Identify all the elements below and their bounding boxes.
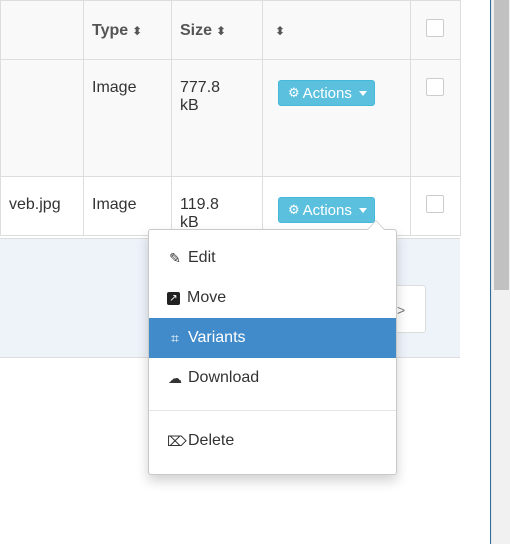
menu-item-label: Edit [188,249,216,266]
actions-column-header[interactable]: ⬍ [262,0,411,60]
vertical-scrollbar[interactable] [491,0,510,544]
file-type-cell: Image [83,176,172,236]
menu-item-move[interactable]: ↗ Move [149,278,396,318]
select-cell [410,59,461,177]
file-type-cell: Image [83,59,172,177]
size-column-header[interactable]: Size ⬍ [171,0,263,60]
actions-cell: ⚙ Actions [262,176,411,236]
gear-icon: ⚙ [288,202,300,217]
actions-dropdown-button[interactable]: ⚙ Actions [278,80,375,106]
actions-dropdown-menu: ✎ Edit ↗ Move ⌗ Variants ☁ Download ⌦ De… [148,220,397,475]
type-column-header[interactable]: Type ⬍ [83,0,172,60]
table-header-row: Type ⬍ Size ⬍ ⬍ [0,0,461,60]
sort-icon: ⬍ [275,24,286,38]
move-arrow-icon: ↗ [167,291,180,305]
crop-icon: ⌗ [171,329,179,346]
menu-item-variants[interactable]: ⌗ Variants [149,318,396,358]
gear-icon: ⚙ [288,85,300,100]
menu-divider [149,410,396,411]
menu-item-label: Variants [188,329,246,346]
file-size-value: 119.8 [180,196,219,213]
files-table: Type ⬍ Size ⬍ ⬍ Image 777.8 kB ⚙ Actions veb… [0,0,461,236]
menu-item-label: Move [187,289,227,306]
menu-item-delete[interactable]: ⌦ Delete [149,421,396,461]
sort-icon: ⬍ [132,24,143,38]
actions-button-label: Actions [302,201,352,219]
sort-icon: ⬍ [216,24,227,38]
menu-item-label: Download [188,369,260,386]
pencil-square-icon: ✎ [169,249,181,266]
name-column-header [0,0,84,60]
dropdown-pointer [367,220,385,230]
size-header-label: Size [180,22,213,39]
select-column-header [410,0,461,60]
menu-item-label: Delete [188,432,235,449]
menu-item-edit[interactable]: ✎ Edit [149,238,396,278]
caret-down-icon [358,90,367,96]
row-select-checkbox[interactable] [426,78,444,96]
file-size-cell: 777.8 kB [171,59,263,177]
file-size-value: 777.8 [180,79,221,96]
table-row: Image 777.8 kB ⚙ Actions [0,59,461,177]
actions-button-label: Actions [302,84,352,102]
row-select-checkbox[interactable] [426,195,444,213]
caret-down-icon [358,207,367,213]
select-cell [410,176,461,236]
actions-cell: ⚙ Actions [262,59,411,177]
file-size-unit: kB [180,97,199,114]
type-header-label: Type [92,22,129,39]
scrollbar-thumb[interactable] [494,0,509,290]
actions-dropdown-button[interactable]: ⚙ Actions [278,197,375,223]
cloud-download-icon: ☁ [168,369,182,386]
file-name-cell [0,59,84,177]
file-manager-panel: Type ⬍ Size ⬍ ⬍ Image 777.8 kB ⚙ Actions veb… [0,0,491,544]
file-size-cell: 119.8 kB [171,176,263,236]
file-name-cell: veb.jpg [0,176,84,236]
select-all-checkbox[interactable] [426,19,444,37]
trash-icon: ⌦ [167,432,187,449]
menu-item-download[interactable]: ☁ Download [149,358,396,398]
table-row: veb.jpg Image 119.8 kB ⚙ Actions [0,176,461,236]
